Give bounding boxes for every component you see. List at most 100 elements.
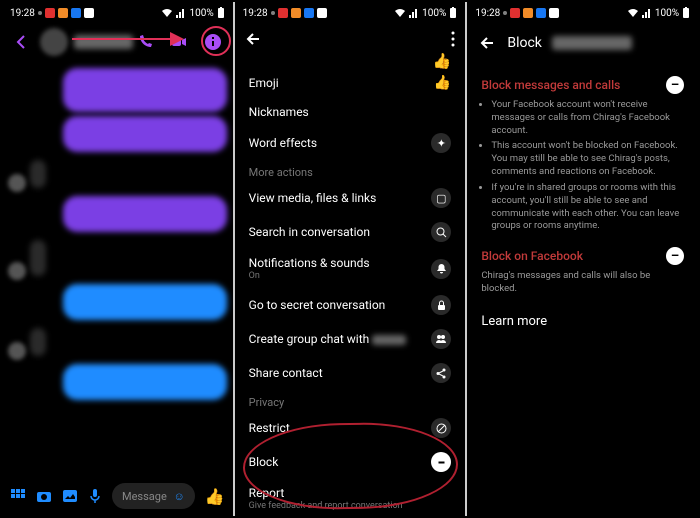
status-app-icon — [291, 8, 301, 18]
menu-view-media[interactable]: View media, files & links ▢ — [241, 181, 460, 215]
menu-block[interactable]: Block — [241, 445, 460, 479]
minus-icon: – — [666, 247, 684, 265]
back-button[interactable] — [479, 34, 497, 52]
menu-label: Word effects — [249, 136, 317, 150]
block-messages-bullet: This account won't be blocked on Faceboo… — [491, 140, 684, 178]
thumbs-up-icon[interactable]: 👍 — [205, 487, 225, 506]
section-more-actions: More actions — [241, 160, 460, 181]
sender-avatar — [8, 174, 26, 192]
menu-label: Share contact — [249, 366, 323, 380]
signal-icon — [409, 8, 419, 18]
default-emoji: 👍 — [235, 52, 466, 68]
menu-emoji[interactable]: Emoji 👍 — [241, 68, 460, 98]
message-bubble-received[interactable] — [30, 160, 46, 188]
menu-label: Create group chat with — [249, 332, 370, 346]
menu-restrict[interactable]: Restrict — [241, 411, 460, 445]
menu-label: Notifications & sounds — [249, 256, 370, 270]
input-placeholder: Message — [122, 490, 167, 503]
status-facebook-icon — [536, 8, 546, 18]
status-facebook-icon — [304, 8, 314, 18]
info-button[interactable] — [201, 30, 225, 54]
block-facebook-title: Block on Facebook — [481, 249, 583, 263]
menu-label: Restrict — [249, 421, 290, 435]
status-app-icon — [317, 8, 327, 18]
wifi-icon — [161, 8, 173, 18]
menu-sublabel: Give feedback and report conversation — [249, 501, 403, 511]
contact-name[interactable] — [74, 35, 133, 49]
status-time: 19:28 — [10, 8, 35, 19]
battery-icon — [217, 7, 225, 19]
menu-share-contact[interactable]: Share contact — [241, 356, 460, 390]
message-bubble-received[interactable] — [30, 328, 46, 356]
chat-body — [2, 60, 233, 472]
menu-label: View media, files & links — [249, 191, 377, 205]
settings-header — [235, 24, 466, 54]
signal-icon — [176, 8, 186, 18]
more-button[interactable] — [451, 31, 455, 47]
status-app-icon — [45, 8, 55, 18]
menu-label: Emoji — [249, 76, 279, 90]
gallery-icon[interactable] — [62, 488, 78, 504]
block-icon — [431, 452, 451, 472]
menu-label: Search in conversation — [249, 225, 370, 239]
contact-name-blurred — [552, 36, 632, 50]
sparkle-icon: ✦ — [431, 133, 451, 153]
menu-nicknames[interactable]: Nicknames — [241, 98, 460, 126]
message-bubble-received[interactable] — [30, 240, 46, 276]
status-dot-icon — [271, 11, 275, 15]
back-button[interactable] — [245, 30, 263, 48]
message-bubble-sent[interactable] — [63, 364, 227, 400]
menu-label: Nicknames — [249, 105, 309, 119]
menu-notifications[interactable]: Notifications & sounds On — [241, 249, 460, 288]
block-messages-title: Block messages and calls — [481, 78, 620, 92]
menu-word-effects[interactable]: Word effects ✦ — [241, 126, 460, 160]
camera-icon[interactable] — [36, 488, 52, 504]
sender-avatar — [8, 262, 26, 280]
emoji-icon[interactable]: ☺ — [174, 490, 185, 503]
menu-create-group[interactable]: Create group chat with — [241, 322, 460, 356]
message-bubble-sent[interactable] — [63, 116, 227, 152]
status-dot-icon — [38, 11, 42, 15]
menu-label: Go to secret conversation — [249, 298, 386, 312]
status-dot-icon — [503, 11, 507, 15]
status-bar: 19:28 100% — [467, 2, 698, 24]
mic-icon[interactable] — [88, 488, 102, 504]
menu-secret-conversation[interactable]: Go to secret conversation — [241, 288, 460, 322]
status-bar: 19:28 100% — [235, 2, 466, 24]
share-icon — [431, 363, 451, 383]
menu-label: Block — [249, 455, 279, 469]
group-icon — [431, 329, 451, 349]
sender-avatar — [8, 342, 26, 360]
block-header: Block — [467, 24, 698, 62]
menu-search[interactable]: Search in conversation — [241, 215, 460, 249]
chat-header — [2, 24, 233, 60]
battery-icon — [682, 7, 690, 19]
message-bubble-sent[interactable] — [63, 196, 227, 232]
thumbs-up-icon: 👍 — [434, 75, 451, 91]
apps-icon[interactable] — [10, 488, 26, 504]
video-button[interactable] — [167, 30, 191, 54]
status-app-icon — [510, 8, 520, 18]
status-facebook-icon — [71, 8, 81, 18]
restrict-icon — [431, 418, 451, 438]
menu-label: Report — [249, 486, 403, 500]
block-facebook-row[interactable]: Block on Facebook – — [481, 247, 684, 265]
contact-avatar[interactable] — [40, 28, 68, 56]
status-bar: 19:28 100% — [2, 2, 233, 24]
block-messages-row[interactable]: Block messages and calls – — [481, 76, 684, 94]
battery-text: 100% — [189, 8, 213, 19]
block-messages-bullet: Your Facebook account won't receive mess… — [491, 99, 684, 137]
status-app-icon — [84, 8, 94, 18]
block-messages-bullet: If you're in shared groups or rooms with… — [491, 182, 684, 233]
contact-name-blurred — [372, 335, 406, 345]
menu-report[interactable]: Report Give feedback and report conversa… — [241, 479, 460, 513]
message-bubble-sent[interactable] — [63, 284, 227, 320]
status-app-icon — [278, 8, 288, 18]
message-bubble-sent[interactable] — [63, 68, 227, 112]
back-button[interactable] — [10, 30, 34, 54]
battery-text: 100% — [655, 8, 679, 19]
call-button[interactable] — [133, 30, 157, 54]
image-icon: ▢ — [431, 188, 451, 208]
learn-more-link[interactable]: Learn more — [481, 314, 684, 329]
message-input[interactable]: Message ☺ — [112, 483, 195, 509]
